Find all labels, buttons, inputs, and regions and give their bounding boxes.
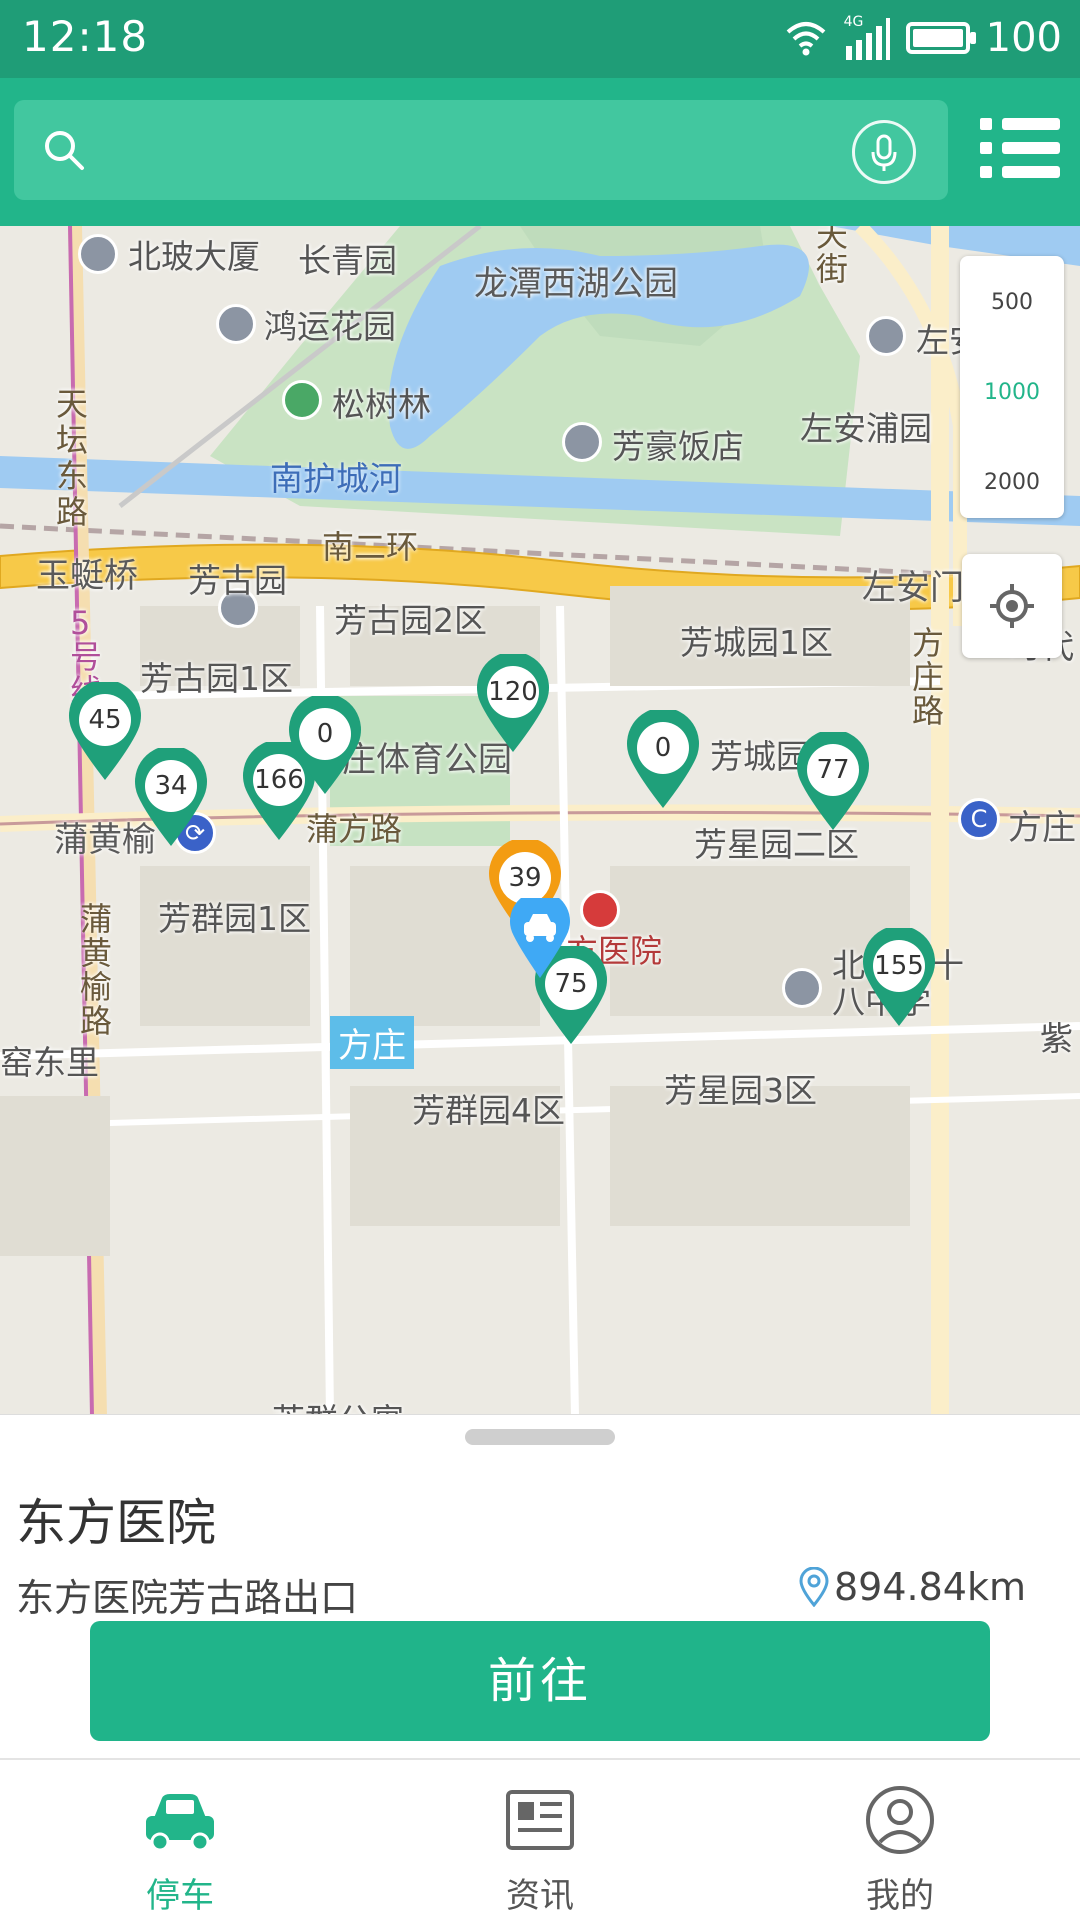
battery-level: 100 [985,15,1062,61]
map-label: 龙潭西湖公园 [474,264,678,304]
status-icons: 4G 100 [784,12,1062,64]
parking-spot-count: 120 [487,666,539,718]
distance-value: 894.84km [834,1565,1026,1609]
search-icon[interactable] [42,128,86,172]
map-label: 南护城河 [270,459,402,498]
park-icon [282,380,322,420]
parking-pin[interactable]: 0 [286,693,364,796]
locate-icon [990,584,1034,628]
network-type: 4G [843,14,864,30]
bottom-tab-bar: 停车 资讯 我的 [0,1758,1080,1920]
status-bar: 12:18 4G 100 [0,0,1080,78]
parking-spot-count: 34 [145,760,197,812]
map-label: 窑东里 [0,1043,99,1082]
parking-pin[interactable]: 120 [474,651,552,754]
tab-parking[interactable]: 停车 [0,1760,360,1920]
battery-icon [905,22,976,54]
map-label: 天街 [816,226,849,288]
map-label: 芳城园1区 [680,623,833,662]
subway-station-label: 方庄 [330,1016,414,1069]
map-label: 芳古园 [188,561,287,600]
car-icon [146,1794,214,1852]
locate-me-button[interactable] [962,554,1062,658]
tab-profile[interactable]: 我的 [720,1760,1080,1920]
cellular-signal-icon: 4G [843,14,890,60]
profile-icon [866,1786,934,1854]
map-label: 芳星园3区 [664,1071,817,1110]
scale-option-2000[interactable]: 2000 [960,470,1064,495]
parking-spot-count: 77 [807,744,859,796]
tab-label: 资讯 [506,1876,574,1916]
parking-pin[interactable]: 155 [860,925,938,1028]
map-label: 芳古园2区 [334,601,487,640]
scale-option-1000[interactable]: 1000 [960,380,1064,405]
parking-spot-count: 155 [873,940,925,992]
parking-pin[interactable]: 34 [132,745,210,848]
map-label: 芳古园1区 [140,659,293,698]
parking-spot-count: 0 [637,722,689,774]
microphone-icon [871,134,897,171]
hospital-icon [580,890,620,930]
place-detail-sheet: 东方医院 东方医院芳古路出口 894.84km 前往 [0,1414,1080,1758]
map-view[interactable]: ⟳ C 北玻大厦 长青园 龙潭西湖公园 鸿运花园 松树林 左安 芳豪饭店 左安浦… [0,226,1080,1416]
residence-icon [866,316,906,356]
status-time: 12:18 [22,12,149,61]
map-label: 北玻大厦 [128,237,260,276]
distance-info: 894.84km [798,1565,1026,1609]
zoom-scale-panel: 500 1000 2000 [960,256,1064,518]
map-label: 南二环 [322,528,419,566]
menu-list-icon[interactable] [980,118,1060,182]
navigate-button[interactable]: 前往 [90,1621,990,1741]
map-label: 方庄路 [912,624,945,730]
wifi-icon [786,22,825,56]
parking-spot-count: 0 [299,708,351,760]
map-label: 松树林 [332,385,431,424]
map-label: 芳群公寓 [272,1394,404,1416]
place-subtitle: 东方医院芳古路出口 [16,1576,359,1620]
car-location-marker [510,898,570,978]
subway-station-icon: C [958,798,1000,840]
map-label: 芳群园1区 [158,899,311,938]
place-title: 东方医院 [16,1494,216,1552]
map-label: 方庄 [1008,808,1076,848]
map-label: 蒲方路 [306,810,403,848]
search-input[interactable] [14,100,948,200]
residence-icon [216,304,256,344]
parking-pin[interactable]: 77 [794,729,872,832]
map-label: 芳豪饭店 [612,427,744,466]
map-label: 芳群园4区 [412,1091,565,1130]
map-label: 蒲黄榆路 [80,900,113,1040]
map-label: 左安浦园 [800,409,932,448]
tab-news[interactable]: 资讯 [360,1760,720,1920]
header [0,78,1080,226]
map-label: 玉蜓桥 [36,556,138,596]
scale-option-500[interactable]: 500 [960,290,1064,315]
map-label: 紫 [1040,1019,1073,1058]
hotel-icon [562,422,602,462]
map-label: 长青园 [298,241,397,280]
school-icon [782,968,822,1008]
map-label: 天坛东路 [56,385,89,531]
parking-spot-count: 45 [79,694,131,746]
microphone-button[interactable] [852,120,916,184]
tab-label: 停车 [146,1876,214,1916]
parking-spot-count: 39 [499,852,551,904]
parking-pin[interactable]: 0 [624,707,702,810]
tab-label: 我的 [866,1876,934,1916]
sheet-drag-handle[interactable] [465,1429,615,1445]
news-icon [506,1790,574,1850]
map-label: 鸿运花园 [264,307,396,346]
office-building-icon [78,234,118,274]
location-pin-icon [799,1567,829,1607]
